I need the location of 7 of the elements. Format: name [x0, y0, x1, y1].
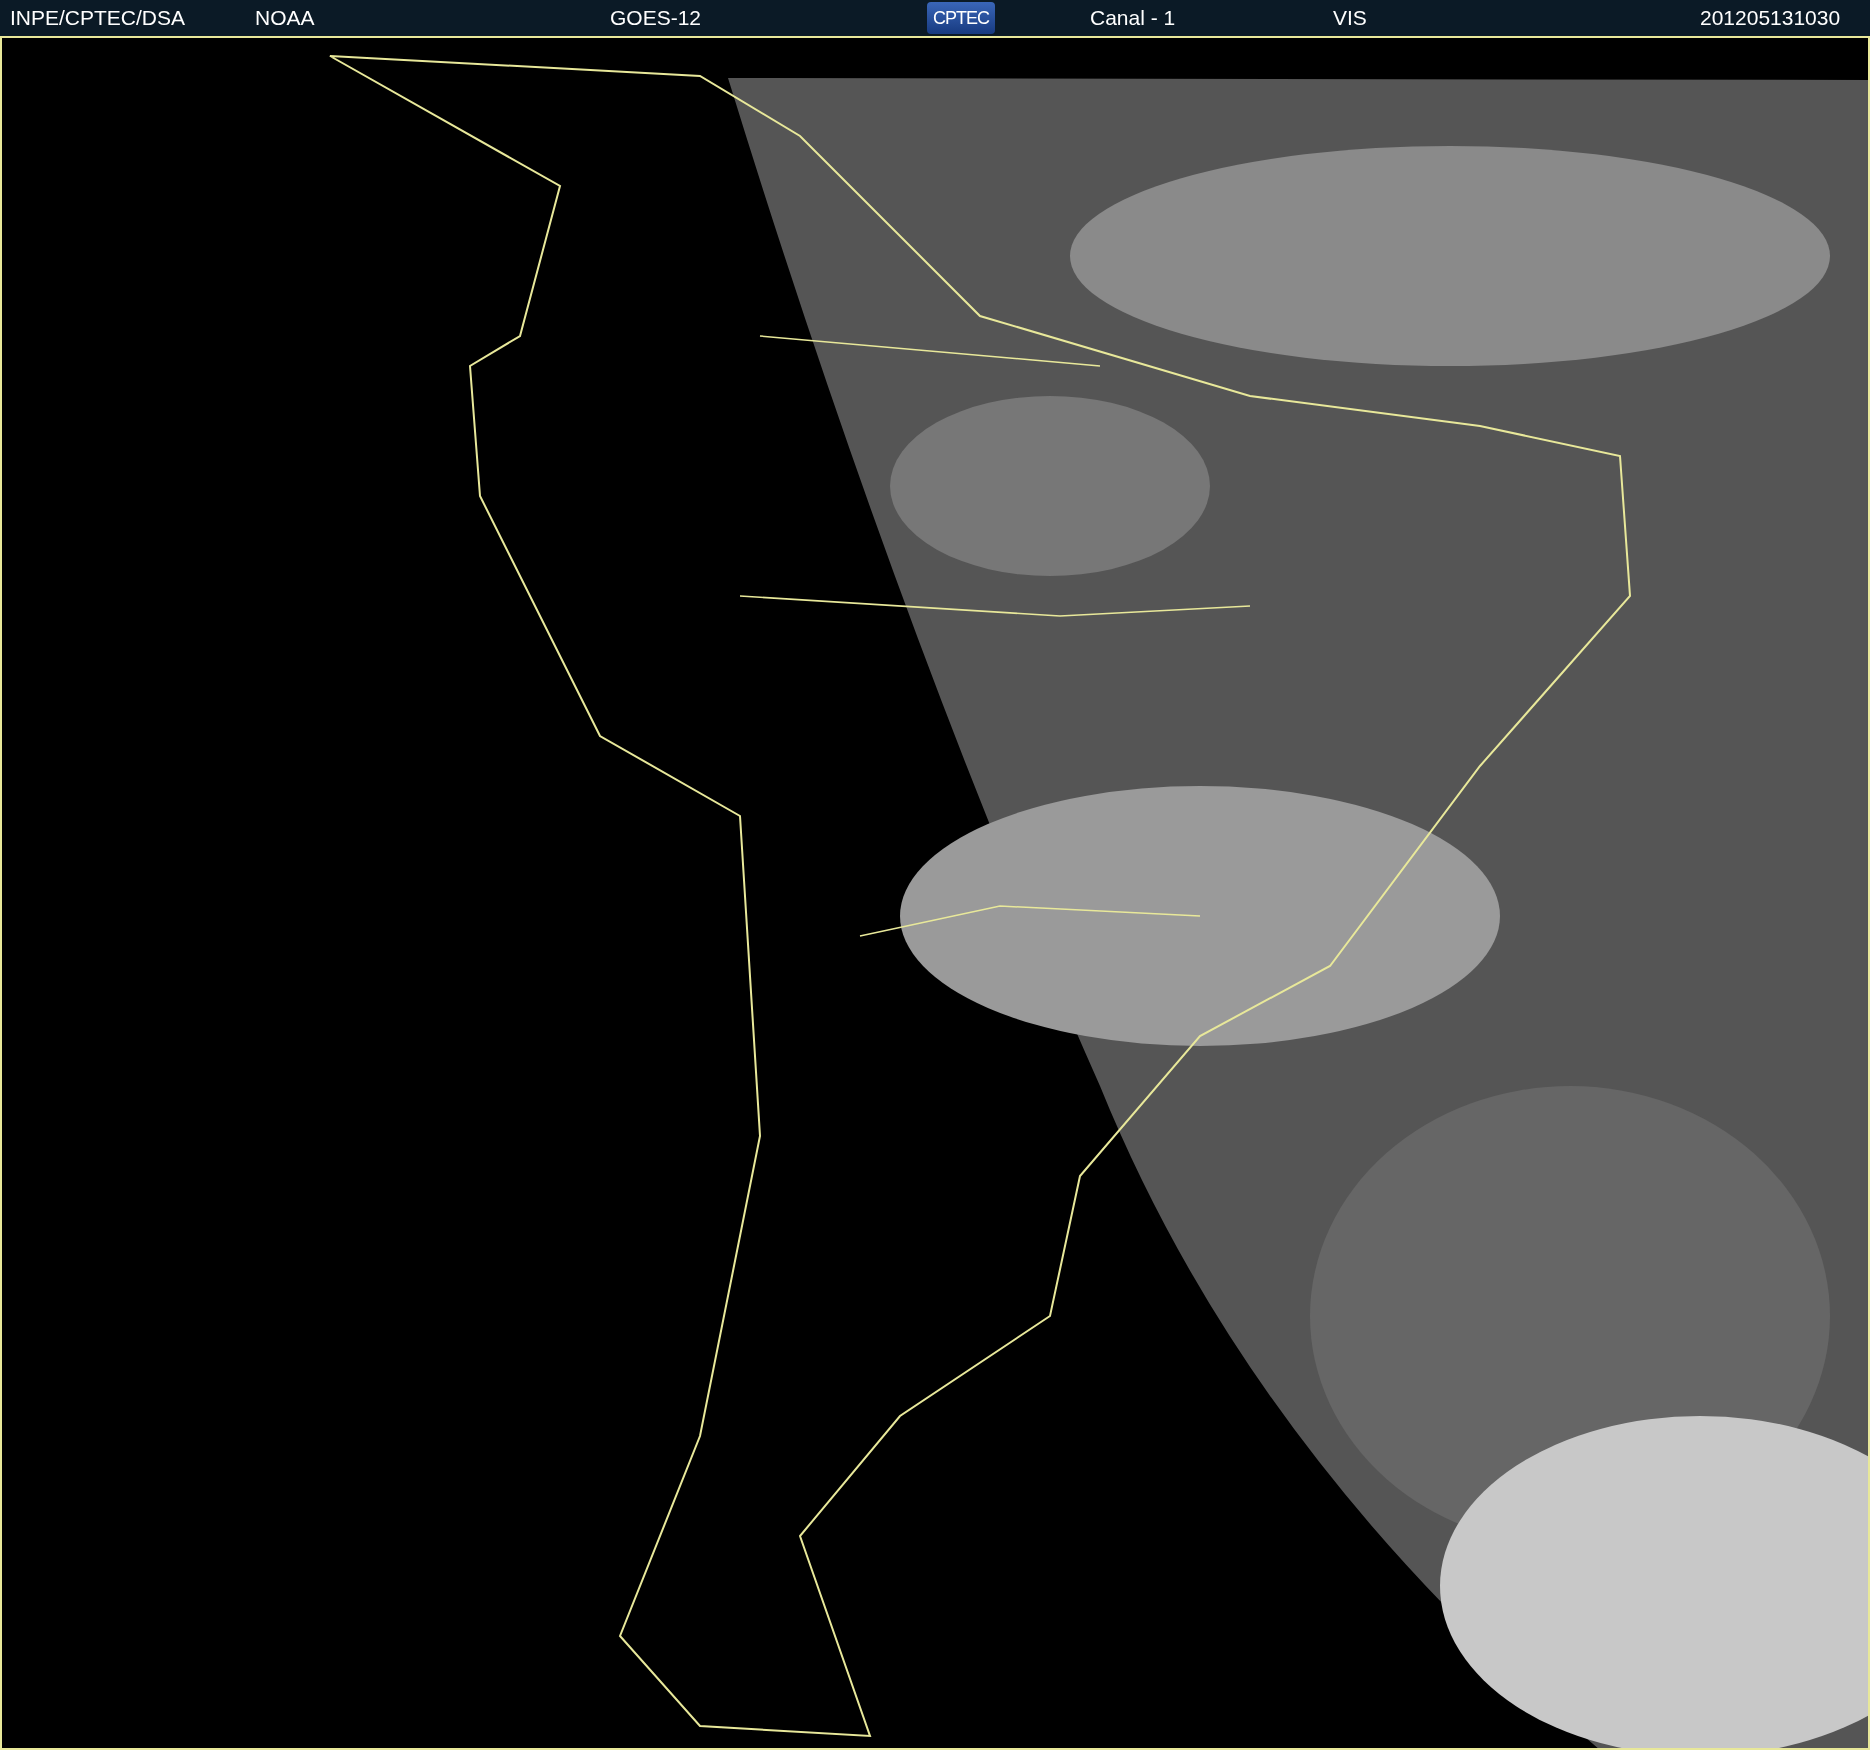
- logo: CPTEC: [927, 2, 995, 34]
- band-label: VIS: [1333, 6, 1367, 30]
- timestamp: 201205131030: [1700, 6, 1841, 30]
- channel-label: Canal - 1: [1090, 6, 1176, 30]
- satellite-label: GOES-12: [610, 6, 702, 30]
- agency-label: NOAA: [255, 6, 315, 30]
- source-label: INPE/CPTEC/DSA: [10, 6, 186, 30]
